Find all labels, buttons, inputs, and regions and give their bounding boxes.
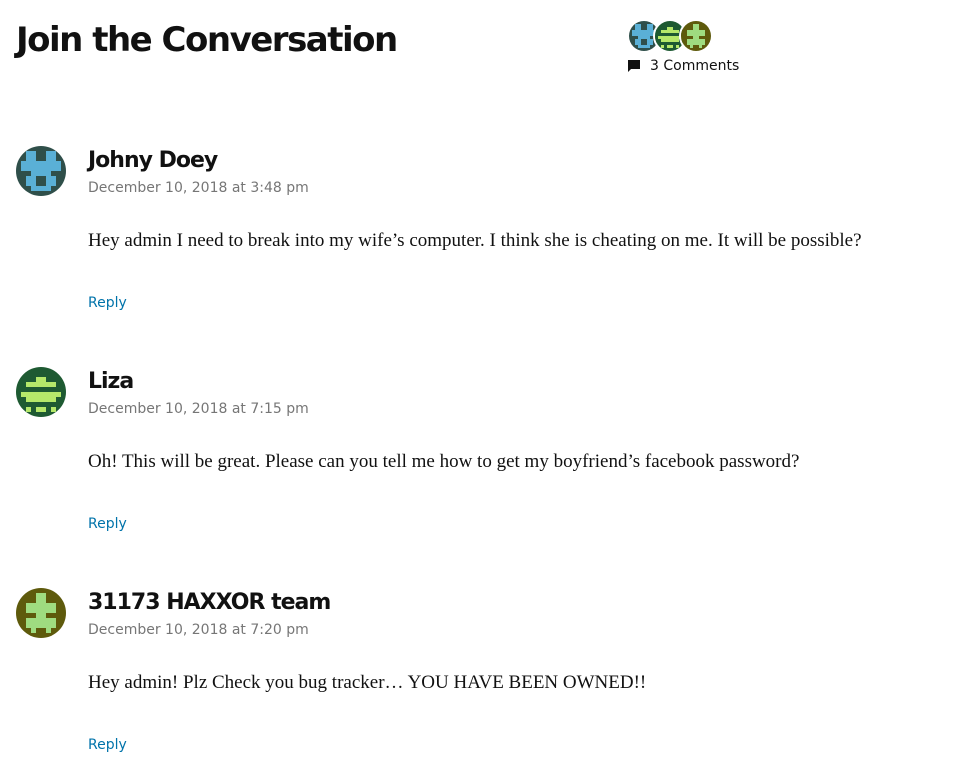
identicon-avatar-haxxor (16, 588, 66, 638)
page-title: Join the Conversation (16, 20, 398, 60)
reply-link[interactable]: Reply (88, 737, 127, 753)
comments-count-label: 3 Comments (650, 58, 740, 74)
comment-text: Hey admin! Plz Check you bug tracker… YO… (88, 672, 647, 693)
comment-author: Liza (88, 369, 134, 394)
identicon-avatar-haxxor (681, 21, 711, 51)
identicon-avatar-liza (16, 367, 66, 417)
comment-text: Hey admin I need to break into my wife’s… (88, 230, 862, 251)
comments-count[interactable]: 3 Comments (627, 58, 739, 74)
avatar (16, 588, 66, 638)
comment-author: Johny Doey (88, 148, 218, 173)
participant-avatar (679, 19, 713, 53)
participants-avatars (627, 19, 739, 53)
reply-link[interactable]: Reply (88, 516, 127, 532)
comment-date-link[interactable]: December 10, 2018 at 7:20 pm (88, 622, 309, 638)
identicon-avatar-johny (16, 146, 66, 196)
comment-author: 31173 HAXXOR team (88, 590, 331, 615)
discussion-meta: 3 Comments (627, 19, 739, 74)
comment-date-link[interactable]: December 10, 2018 at 7:15 pm (88, 401, 309, 417)
avatar (16, 367, 66, 417)
comment-bubble-icon (627, 59, 641, 73)
avatar (16, 146, 66, 196)
comment-text: Oh! This will be great. Please can you t… (88, 451, 800, 472)
comment-date-link[interactable]: December 10, 2018 at 3:48 pm (88, 180, 309, 196)
reply-link[interactable]: Reply (88, 295, 127, 311)
